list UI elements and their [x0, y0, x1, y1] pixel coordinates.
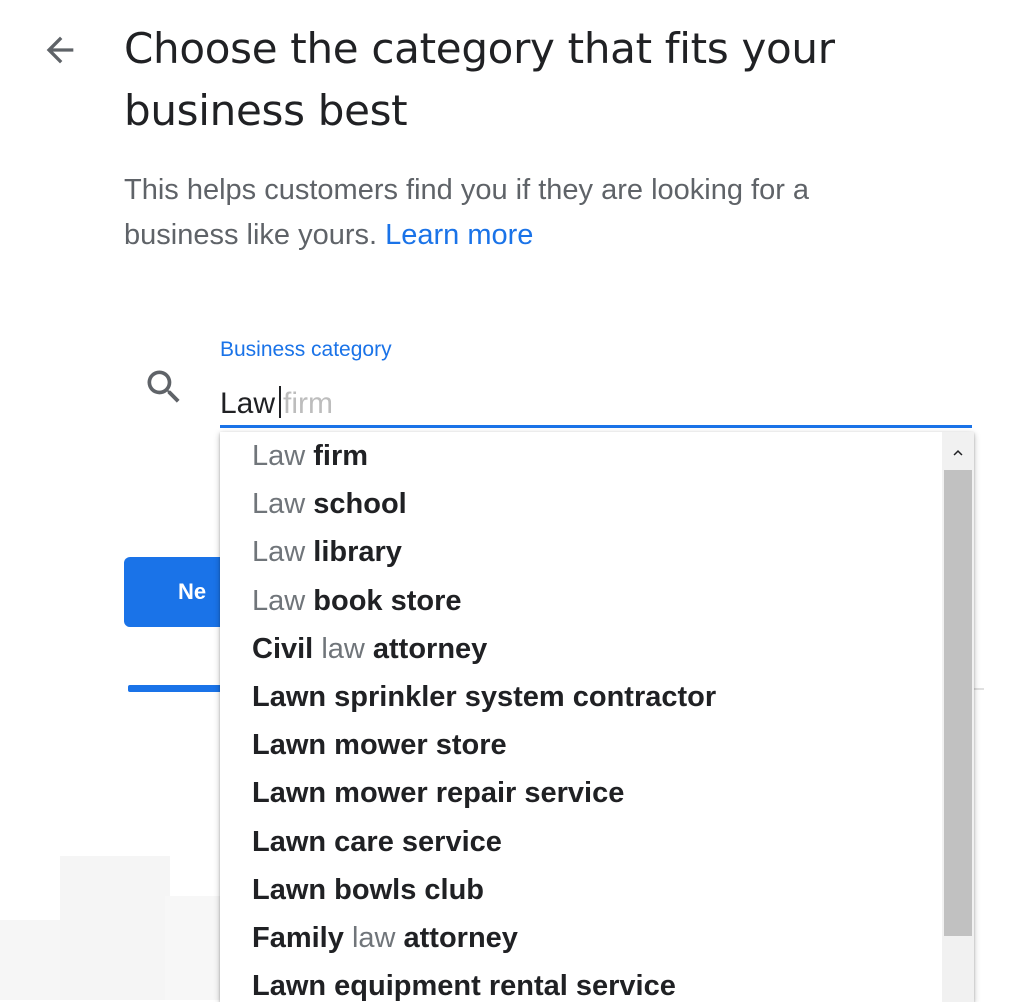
suggestion-text: book store: [305, 584, 462, 617]
scrollbar-thumb[interactable]: [944, 470, 972, 936]
autocomplete-hint: firm: [283, 387, 334, 420]
suggestion-option[interactable]: Civil law attorney: [220, 625, 974, 673]
learn-more-link[interactable]: Learn more: [385, 219, 533, 251]
category-suggestions-dropdown: Law firm Law school Law library Law book st…: [220, 432, 974, 1002]
suggestion-match-text: Law: [252, 584, 306, 617]
suggestion-text: attorney: [364, 632, 488, 665]
suggestion-text: Lawn sprinkler system contractor: [252, 680, 717, 713]
suggestion-text: Lawn mower store: [252, 729, 507, 762]
suggestion-option[interactable]: Family law attorney: [220, 914, 974, 962]
suggestion-option[interactable]: Law school: [220, 480, 974, 528]
suggestion-match-text: Law: [252, 488, 306, 521]
suggestion-option[interactable]: Lawn bowls club: [220, 866, 974, 914]
business-category-input[interactable]: Law firm: [220, 382, 972, 428]
suggestion-text: Lawn care service: [252, 825, 502, 858]
suggestion-text: Civil: [252, 632, 322, 665]
suggestion-option[interactable]: Lawn care service: [220, 818, 974, 866]
business-category-label: Business category: [220, 338, 392, 361]
text-caret: [279, 386, 282, 418]
suggestion-match-text: law: [321, 632, 365, 665]
suggestion-text: library: [305, 536, 402, 569]
suggestion-text: Lawn mower repair service: [252, 777, 625, 810]
suggestion-match-text: Law: [252, 440, 306, 472]
suggestion-text: Lawn bowls club: [252, 873, 485, 906]
suggestion-match-text: Law: [252, 536, 306, 569]
chevron-up-icon: [953, 450, 963, 456]
suggestion-option[interactable]: Lawn equipment rental service: [220, 962, 974, 1002]
page-description: This helps customers find you if they ar…: [124, 168, 924, 258]
scroll-up-button[interactable]: [942, 438, 974, 468]
suggestion-option[interactable]: Lawn sprinkler system contractor: [220, 673, 974, 721]
suggestion-text: Lawn equipment rental service: [252, 970, 676, 1002]
suggestion-option[interactable]: Law library: [220, 528, 974, 576]
arrow-back-icon: [46, 36, 74, 64]
dropdown-scrollbar[interactable]: [942, 432, 974, 1002]
input-typed-text: Law: [220, 387, 276, 420]
suggestion-text: Family: [252, 921, 352, 954]
suggestion-option[interactable]: Lawn mower store: [220, 721, 974, 769]
suggestion-option[interactable]: Law firm: [220, 432, 974, 480]
suggestion-text: school: [305, 488, 407, 521]
progress-fill: [128, 685, 223, 692]
next-button-label: Ne: [178, 579, 207, 604]
page-title: Choose the category that fits your busin…: [124, 24, 835, 135]
suggestion-list: Law firm Law school Law library Law book st…: [220, 432, 974, 1002]
suggestion-text: firm: [305, 440, 369, 472]
suggestion-match-text: law: [351, 921, 396, 954]
back-button[interactable]: [36, 26, 84, 74]
suggestion-option[interactable]: Lawn mower repair service: [220, 769, 974, 817]
suggestion-option[interactable]: Law book store: [220, 577, 974, 625]
search-icon: [147, 370, 180, 403]
suggestion-text: attorney: [395, 921, 518, 954]
